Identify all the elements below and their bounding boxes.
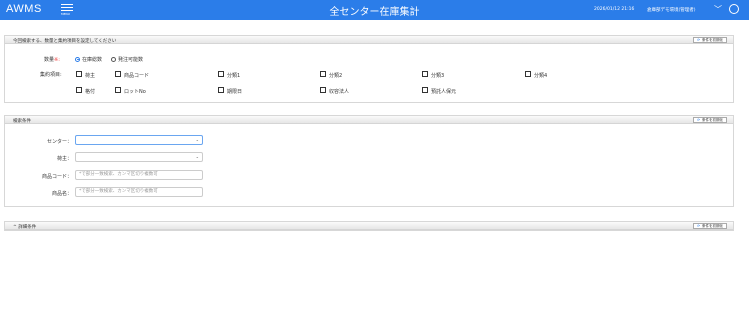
aggregation-settings-panel: 今回検索する、数量と集約項目を設定してください ⟳ 条件を初期化 [4,35,734,103]
refresh-icon: ⟳ [697,38,700,42]
checkbox-corp[interactable] [320,87,326,93]
checkbox-label: 期限日 [227,88,243,95]
checkbox-label: 預託人保元 [431,88,457,95]
product-code-label: 商品コード： [41,174,72,180]
checkbox-class4[interactable] [525,71,531,77]
reset-label: 条件を初期化 [702,224,723,228]
datetime: 2026/01/12 21:16 [594,7,635,12]
checkbox-grade[interactable] [76,87,82,93]
checkbox-lot-no[interactable] [115,87,121,93]
aggregation-label: 集約項目: [40,72,62,78]
section-title: 検索条件 [13,118,31,124]
checkbox-label: 荷主 [85,72,96,79]
reset-label: 条件を初期化 [702,118,723,122]
product-name-input[interactable]: *で部分一致検索、カンマ区切り複数可 [75,187,203,197]
reset-label: 条件を初期化 [702,38,723,42]
radio-total-stock-label: 在庫総数 [82,57,103,63]
section-header[interactable]: ^ 詳細条件 ⟳ 条件を初期化 [5,222,733,230]
checkbox-label: ロットNo [124,88,146,95]
checkbox-class1[interactable] [218,71,224,77]
reset-conditions-button[interactable]: ⟳ 条件を初期化 [693,37,727,43]
user-name[interactable]: 倉庫部デモ環境(管理者) [647,7,696,13]
checkbox-class3[interactable] [422,71,428,77]
chevron-down-icon[interactable]: ﹀ [714,4,722,15]
checkbox-label: 商品コード [124,72,150,79]
checkbox-expiry[interactable] [218,87,224,93]
quantity-label-text: 数量 [44,57,55,63]
chevron-down-icon: ⌄ [195,154,199,159]
checkbox-label: 分類3 [431,72,445,79]
checkbox-label: 分類2 [329,72,343,79]
user-avatar[interactable] [729,4,739,14]
checkbox-label: 格付 [85,88,96,95]
top-bar: AWMS MENU 全センター在庫集計 2026/01/12 21:16 倉庫部… [0,0,749,20]
checkbox-class2[interactable] [320,71,326,77]
chevron-down-icon: ⌄ [195,137,199,142]
product-code-input[interactable]: *で部分一致検索、カンマ区切り複数可 [75,170,203,180]
section-header: 検索条件 ⟳ 条件を初期化 [5,116,733,124]
radio-total-stock[interactable] [75,56,80,62]
checkbox-owner[interactable] [76,71,82,77]
refresh-icon: ⟳ [697,118,700,122]
page-title: 全センター在庫集計 [329,7,420,18]
section-header: 今回検索する、数量と集約項目を設定してください ⟳ 条件を初期化 [5,36,733,44]
checkbox-label: 分類4 [534,72,548,79]
radio-orderable-label: 発注可能数 [118,57,144,63]
center-label: センター： [46,139,72,145]
section-title[interactable]: ^ 詳細条件 [13,224,36,230]
owner-select[interactable]: ⌄ [75,152,203,162]
center-select[interactable]: ⌄ [75,135,203,145]
reset-conditions-button[interactable]: ⟳ 条件を初期化 [693,223,727,229]
radio-orderable[interactable] [111,56,116,62]
checkbox-depositor[interactable] [422,87,428,93]
refresh-icon: ⟳ [697,224,700,228]
checkbox-label: 分類1 [227,72,241,79]
section-title: 今回検索する、数量と集約項目を設定してください [13,38,117,44]
product-name-label: 商品名： [51,191,72,197]
checkbox-product-code[interactable] [115,71,121,77]
detail-conditions-panel[interactable]: ^ 詳細条件 ⟳ 条件を初期化 [4,221,734,231]
owner-label: 荷主： [56,156,72,162]
reset-conditions-button[interactable]: ⟳ 条件を初期化 [693,117,727,123]
quantity-label: 数量※: [44,56,60,63]
checkbox-label: 収容法人 [329,88,350,95]
required-mark: ※: [54,57,60,63]
